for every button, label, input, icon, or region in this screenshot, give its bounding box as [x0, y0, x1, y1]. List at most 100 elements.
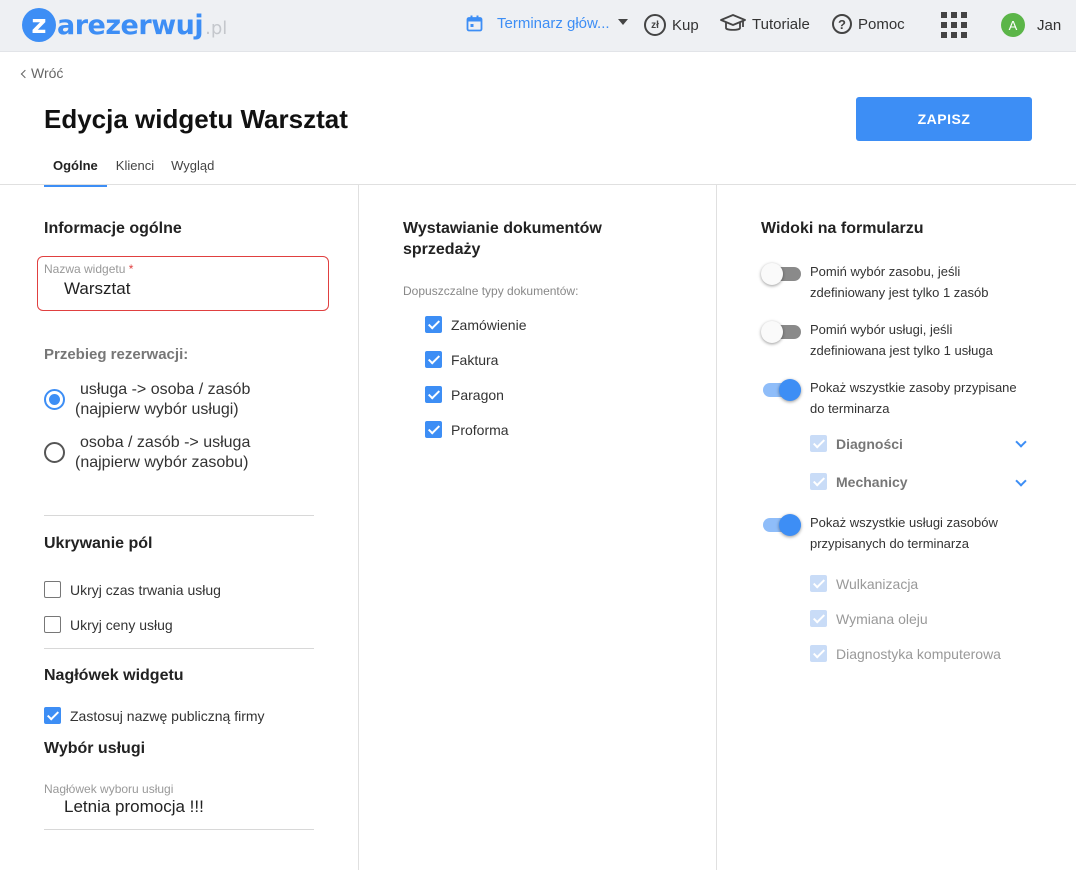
resource-group-diagnostics[interactable]: Diagności: [810, 435, 903, 452]
buy-button[interactable]: zł Kup: [644, 14, 699, 36]
tutorials-label: Tutoriale: [752, 15, 810, 33]
avatar[interactable]: A: [1001, 13, 1025, 37]
help-icon: ?: [832, 14, 852, 34]
chevron-down-icon[interactable]: [1015, 475, 1027, 487]
hide-prices-option[interactable]: Ukryj ceny usług: [44, 616, 173, 633]
doc-type-label: Faktura: [451, 351, 499, 368]
show-all-resources-toggle-row[interactable]: Pokaż wszystkie zasoby przypisane do term…: [761, 378, 1017, 419]
caret-down-icon: [618, 19, 628, 25]
service-label: Wulkanizacja: [836, 575, 919, 592]
service-label: Diagnostyka komputerowa: [836, 645, 1001, 662]
section-divider: [44, 515, 314, 516]
public-name-option[interactable]: Zastosuj nazwę publiczną firmy: [44, 707, 265, 724]
flow-label: Przebieg rezerwacji:: [44, 346, 189, 363]
doc-type-checkbox[interactable]: [425, 421, 442, 438]
documents-section-title: Wystawianie dokumentów sprzedaży: [403, 220, 602, 258]
input-underline: [44, 829, 314, 830]
chevron-down-icon[interactable]: [1015, 436, 1027, 448]
hide-duration-label: Ukryj czas trwania usług: [70, 581, 221, 598]
save-button[interactable]: ZAPISZ: [856, 97, 1032, 141]
service-item[interactable]: Wulkanizacja: [810, 575, 918, 592]
flow-option-line1: osoba / zasób -> usługa: [80, 434, 251, 451]
resource-group-checkbox[interactable]: [810, 473, 827, 490]
help-label: Pomoc: [858, 15, 905, 33]
flow-option-line2: (najpierw wybór zasobu): [75, 454, 249, 471]
flow-option-line2: (najpierw wybór usługi): [75, 401, 239, 418]
calendar-selector[interactable]: Terminarz głów...: [466, 15, 628, 32]
widget-name-field[interactable]: Nazwa widgetu *: [37, 256, 329, 311]
skip-resource-toggle-row[interactable]: Pomiń wybór zasobu, jeśli zdefiniowany je…: [761, 262, 988, 303]
logo[interactable]: z arezerwuj .pl: [22, 8, 227, 42]
service-item[interactable]: Wymiana oleju: [810, 610, 928, 627]
tab-bar: Ogólne Klienci Wygląd: [44, 150, 231, 187]
apps-grid-icon[interactable]: [941, 12, 967, 38]
skip-resource-toggle[interactable]: [761, 262, 801, 285]
resource-group-label: Diagności: [836, 435, 903, 452]
resource-group-label: Mechanicy: [836, 473, 908, 490]
logo-text: arezerwuj: [57, 9, 204, 41]
service-item[interactable]: Diagnostyka komputerowa: [810, 645, 1001, 662]
flow-option-service-first[interactable]: usługa -> osoba / zasób (najpierw wybór …: [44, 380, 250, 420]
service-checkbox[interactable]: [810, 645, 827, 662]
top-bar: z arezerwuj .pl Terminarz głów... zł Kup…: [0, 0, 1076, 52]
resource-group-checkbox[interactable]: [810, 435, 827, 452]
widget-header-title: Nagłówek widgetu: [44, 667, 184, 684]
doc-type-label: Paragon: [451, 386, 504, 403]
doc-type-proforma[interactable]: Proforma: [425, 421, 509, 438]
doc-type-checkbox[interactable]: [425, 351, 442, 368]
hide-duration-checkbox[interactable]: [44, 581, 61, 598]
hide-duration-option[interactable]: Ukryj czas trwania usług: [44, 581, 221, 598]
graduation-cap-icon: [720, 14, 746, 31]
public-name-label: Zastosuj nazwę publiczną firmy: [70, 707, 265, 724]
section-divider: [44, 648, 314, 649]
buy-label: Kup: [672, 16, 699, 34]
doc-type-label: Proforma: [451, 421, 509, 438]
chevron-left-icon: [20, 69, 30, 78]
doc-type-checkbox[interactable]: [425, 316, 442, 333]
widget-name-input[interactable]: [64, 279, 314, 299]
views-section-title: Widoki na formularzu: [761, 220, 924, 237]
show-all-services-toggle-row[interactable]: Pokaż wszystkie usługi zasobów przypisany…: [761, 513, 998, 554]
hide-prices-label: Ukryj ceny usług: [70, 616, 173, 633]
skip-service-toggle[interactable]: [761, 320, 801, 343]
general-section-title: Informacje ogólne: [44, 220, 182, 237]
logo-tld: .pl: [205, 17, 228, 39]
radio-unselected[interactable]: [44, 442, 65, 463]
page-title: Edycja widgetu Warsztat: [44, 104, 348, 134]
flow-option-resource-first[interactable]: osoba / zasób -> usługa (najpierw wybór …: [44, 433, 250, 473]
flow-option-line1: usługa -> osoba / zasób: [80, 381, 251, 398]
widget-name-label: Nazwa widgetu *: [44, 262, 134, 276]
resource-group-mechanics[interactable]: Mechanicy: [810, 473, 908, 490]
back-label: Wróć: [31, 65, 64, 81]
service-checkbox[interactable]: [810, 575, 827, 592]
tab-appearance[interactable]: Wygląd: [171, 150, 214, 187]
logo-mark: z: [22, 8, 56, 42]
column-divider: [358, 185, 359, 870]
public-name-checkbox[interactable]: [44, 707, 61, 724]
hide-fields-title: Ukrywanie pól: [44, 535, 153, 552]
hide-prices-checkbox[interactable]: [44, 616, 61, 633]
doc-type-checkbox[interactable]: [425, 386, 442, 403]
user-name[interactable]: Jan: [1037, 17, 1061, 34]
tab-clients[interactable]: Klienci: [116, 150, 154, 187]
service-choice-title: Wybór usługi: [44, 740, 146, 757]
zloty-icon: zł: [644, 14, 666, 36]
calendar-label: Terminarz głów...: [497, 15, 610, 32]
help-button[interactable]: ? Pomoc: [832, 14, 905, 34]
tabs-divider: [0, 184, 1076, 185]
show-all-resources-toggle[interactable]: [761, 378, 801, 401]
doc-type-invoice[interactable]: Faktura: [425, 351, 498, 368]
column-divider: [716, 185, 717, 870]
doc-type-order[interactable]: Zamówienie: [425, 316, 526, 333]
service-header-label: Nagłówek wyboru usługi: [44, 782, 174, 796]
tab-general[interactable]: Ogólne: [44, 150, 107, 187]
doc-type-receipt[interactable]: Paragon: [425, 386, 504, 403]
tutorials-button[interactable]: Tutoriale: [720, 14, 810, 34]
service-header-input[interactable]: [64, 797, 304, 817]
back-link[interactable]: Wróć: [20, 65, 64, 81]
skip-service-toggle-row[interactable]: Pomiń wybór usługi, jeśli zdefiniowana je…: [761, 320, 993, 361]
radio-selected[interactable]: [44, 389, 65, 410]
calendar-icon: [466, 15, 483, 32]
show-all-services-toggle[interactable]: [761, 513, 801, 536]
service-checkbox[interactable]: [810, 610, 827, 627]
